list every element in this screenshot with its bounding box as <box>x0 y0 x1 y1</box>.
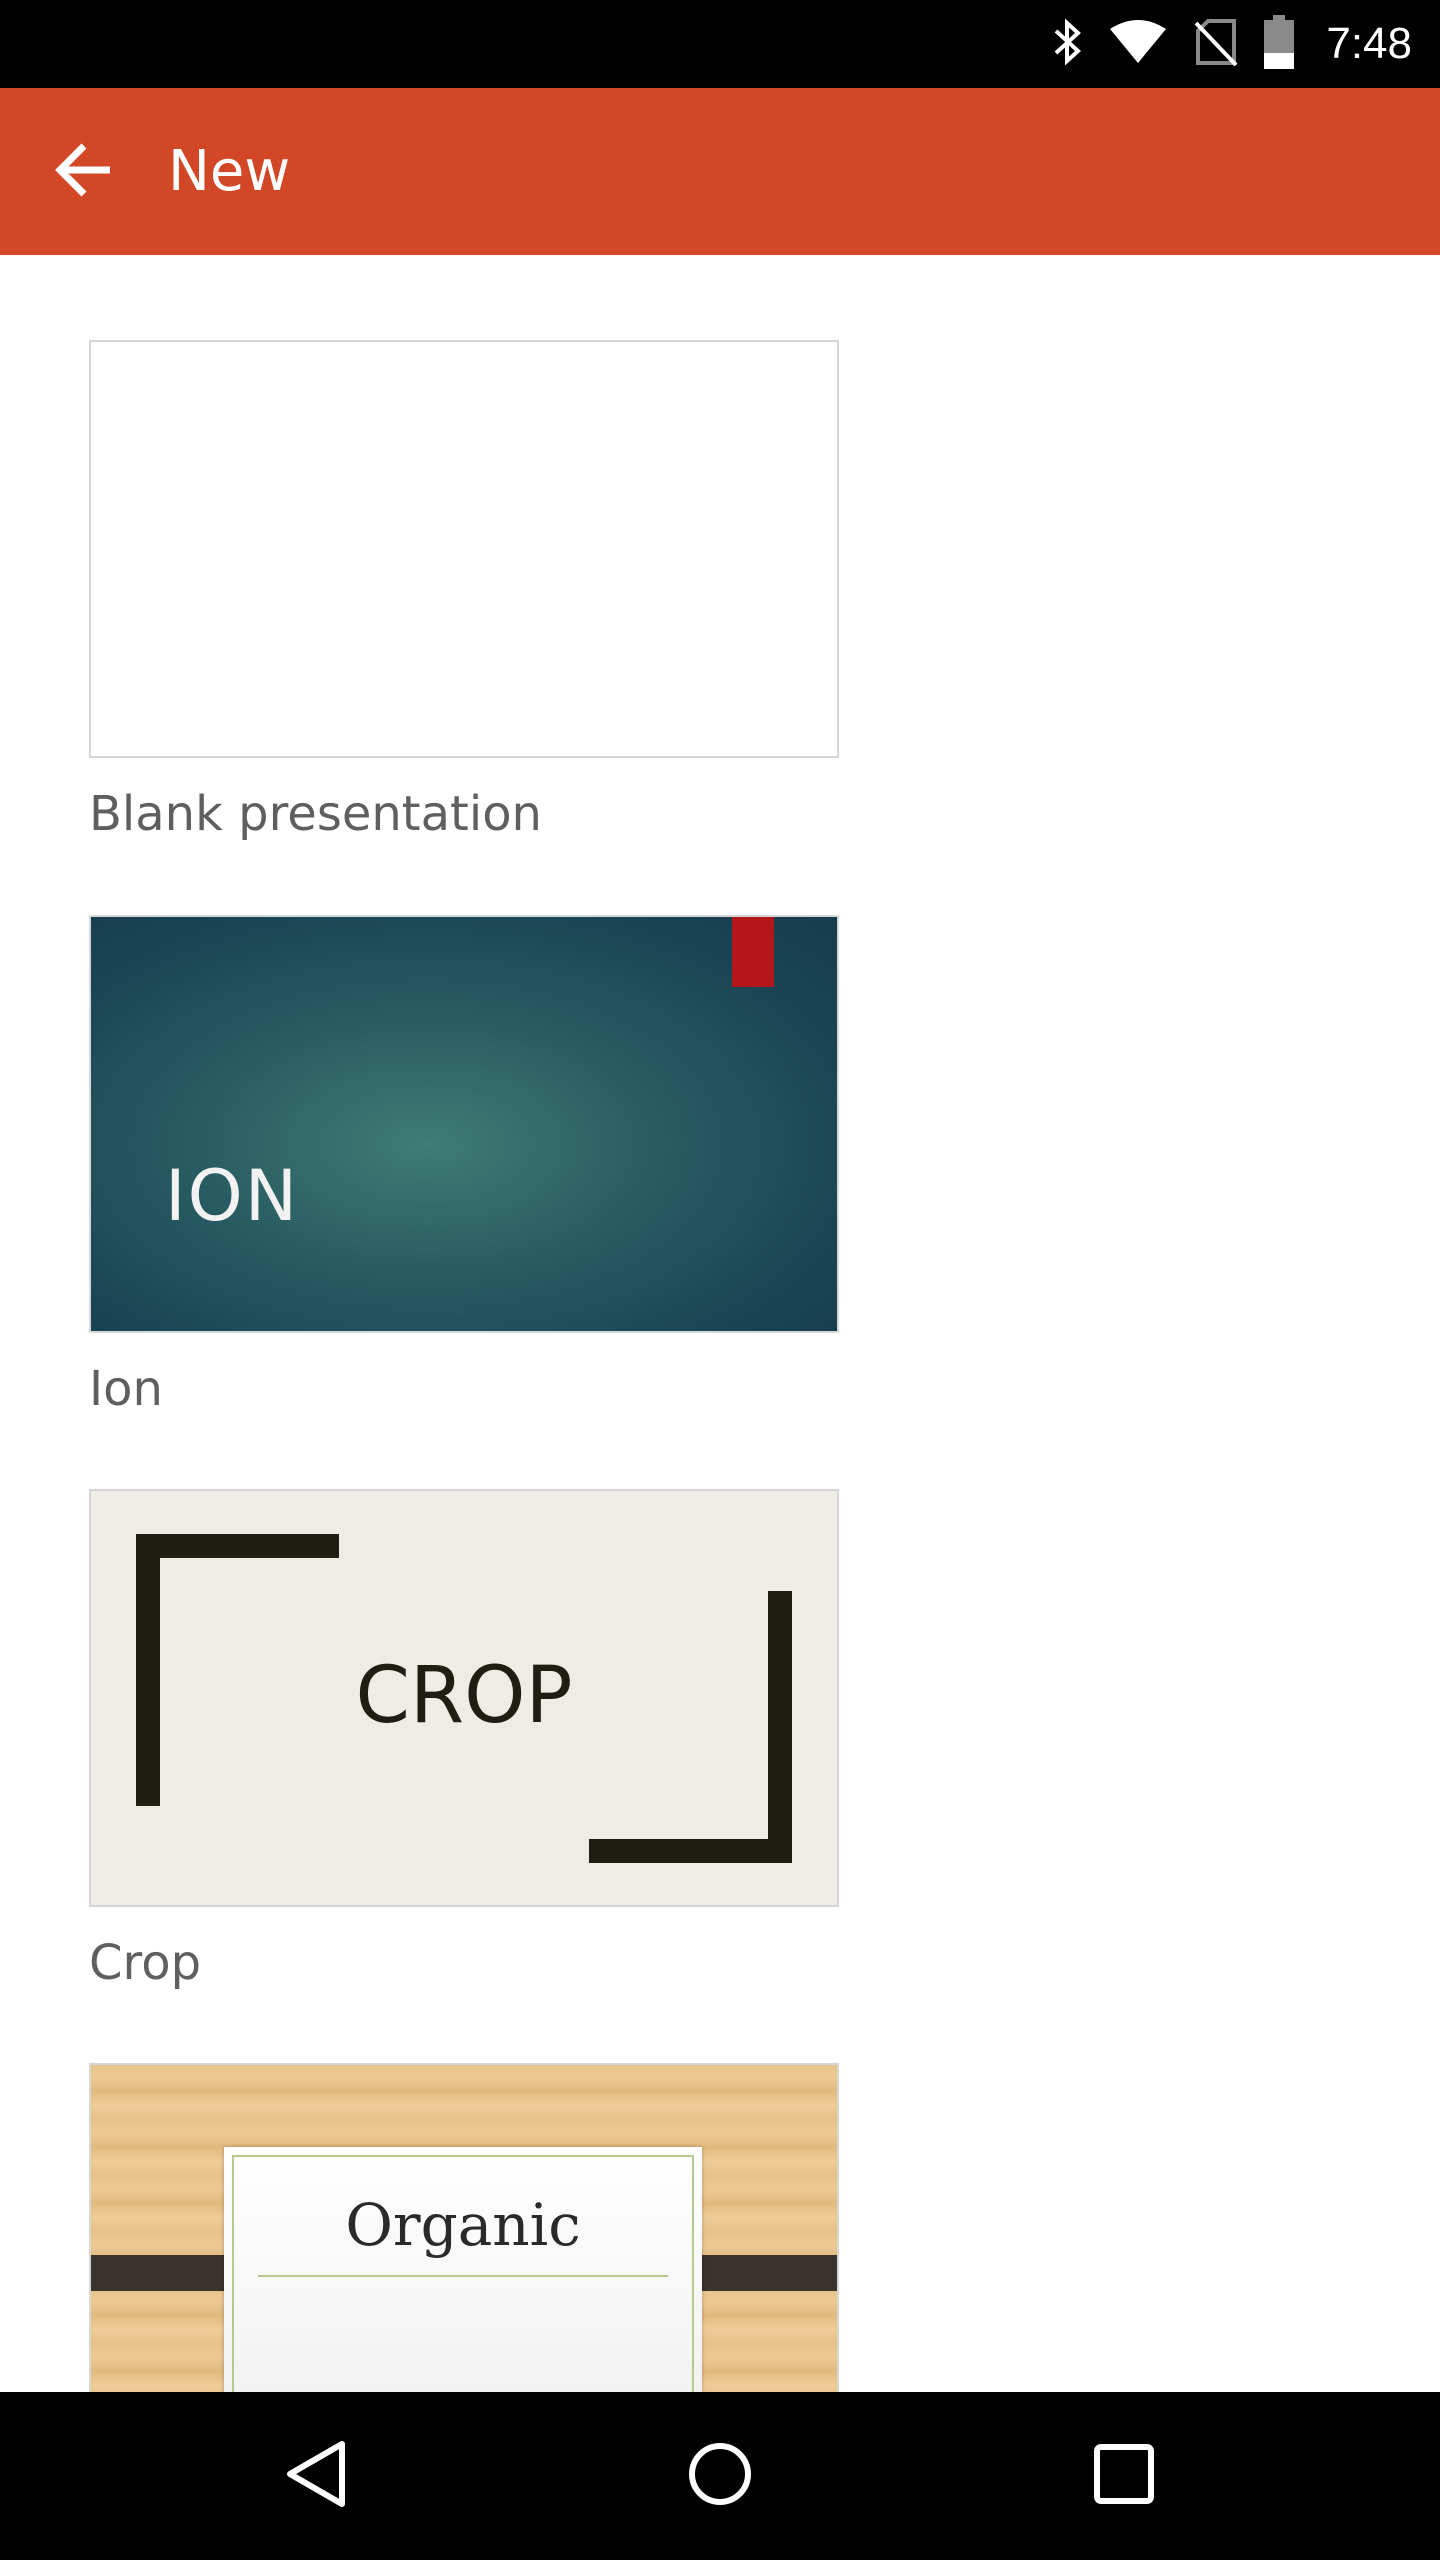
crop-corner-bottom <box>589 1839 792 1863</box>
nav-back-button[interactable] <box>236 2392 396 2560</box>
nav-recents-button[interactable] <box>1044 2392 1204 2560</box>
template-ion[interactable]: ION Ion <box>89 915 839 1417</box>
recents-square-icon <box>1093 2443 1155 2509</box>
back-button[interactable] <box>44 128 124 216</box>
crop-corner-top <box>136 1534 339 1558</box>
template-label-ion: Ion <box>89 1361 163 1417</box>
navigation-bar <box>0 2392 1440 2560</box>
template-list: Blank presentation ION Ion CROP Crop Org… <box>0 255 1440 2392</box>
page-title: New <box>168 139 291 204</box>
bluetooth-icon <box>1052 17 1082 71</box>
template-crop[interactable]: CROP Crop <box>89 1489 839 1991</box>
app-bar: New <box>0 88 1440 255</box>
template-blank[interactable]: Blank presentation <box>89 340 839 842</box>
home-circle-icon <box>686 2440 754 2512</box>
template-thumbnail-ion[interactable]: ION <box>89 915 839 1333</box>
no-sim-icon <box>1194 17 1238 71</box>
back-triangle-icon <box>284 2438 348 2514</box>
template-organic[interactable]: Organic <box>89 2063 839 2392</box>
nav-home-button[interactable] <box>640 2392 800 2560</box>
template-label-crop: Crop <box>89 1935 202 1991</box>
template-thumbnail-blank[interactable] <box>89 340 839 758</box>
template-label-blank: Blank presentation <box>89 786 542 842</box>
ion-thumbnail-title: ION <box>165 1155 300 1237</box>
organic-strap-right <box>687 2255 837 2291</box>
organic-card: Organic <box>224 2147 702 2392</box>
organic-strap-left <box>91 2255 241 2291</box>
status-time: 7:48 <box>1326 19 1412 68</box>
arrow-left-icon <box>54 142 114 202</box>
template-thumbnail-organic[interactable]: Organic <box>89 2063 839 2392</box>
organic-thumbnail-title: Organic <box>345 2191 581 2259</box>
battery-icon <box>1264 15 1295 73</box>
crop-thumbnail-title: CROP <box>355 1651 573 1741</box>
organic-rule <box>258 2275 668 2277</box>
template-thumbnail-crop[interactable]: CROP <box>89 1489 839 1907</box>
status-bar: 7:48 <box>0 0 1440 88</box>
wifi-icon <box>1108 19 1168 69</box>
ion-accent-flag <box>732 917 774 987</box>
status-icons: 7:48 <box>1052 0 1412 88</box>
